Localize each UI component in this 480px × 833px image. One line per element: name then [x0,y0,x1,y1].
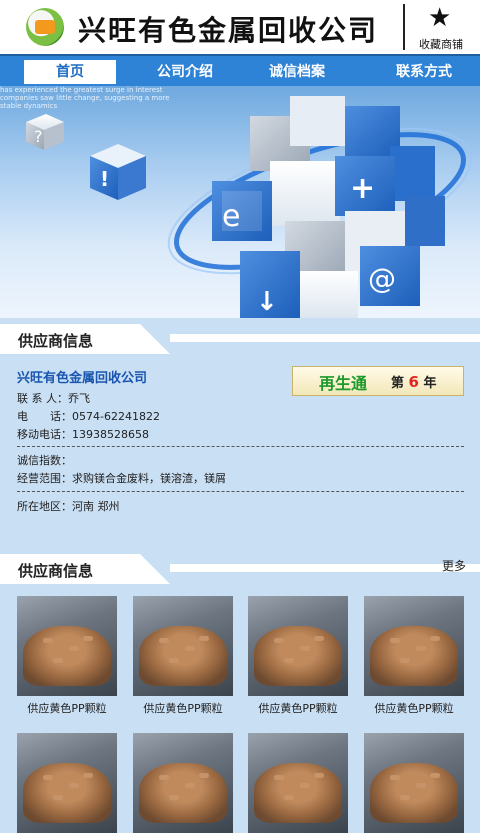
nav-item-about[interactable]: 公司介绍 [139,60,231,84]
product-image[interactable] [364,596,464,696]
mobile-row: 移动电话：13938528658 [17,428,149,441]
cube-symbol: + [350,171,375,206]
page-header: 兴旺有色金属回收公司 ★ 收藏商铺 [0,0,480,54]
cubes-illustration: ? ! + e @ ↓ [26,96,473,318]
product-caption[interactable]: 供应黄色PP颗粒 [11,700,123,716]
cube-symbol: e [222,199,240,234]
product-image[interactable] [248,733,348,833]
cube-symbol: ! [100,167,109,191]
product-image[interactable] [248,596,348,696]
exclamation-cube: ! [90,144,146,200]
more-link[interactable]: 更多 [442,557,466,574]
phone-row: 电 话：0574-62241822 [17,410,160,423]
main-nav: 首页 公司介绍 诚信档案 联系方式 [0,54,480,86]
nav-item-contact[interactable]: 联系方式 [378,60,470,84]
company-title: 兴旺有色金属回收公司 [78,14,379,47]
divider [17,446,464,447]
divider [17,491,464,492]
supplier-info-header: 供应商信息 [0,324,480,354]
region-row: 所在地区：河南 郑州 [17,500,120,513]
product-image[interactable] [17,596,117,696]
product-image[interactable] [364,733,464,833]
company-logo[interactable] [26,8,64,46]
product-caption[interactable]: 供应黄色PP颗粒 [358,700,470,716]
badge-years: 第 6 年 [391,373,437,391]
product-image[interactable] [17,733,117,833]
contact-row: 联 系 人：乔飞 [17,392,90,405]
section-title: 供应商信息 [18,562,94,580]
cube-symbol: ↓ [256,287,278,317]
product-caption[interactable]: 供应黄色PP颗粒 [127,700,239,716]
hero-banner: has experienced the greatest surge in in… [0,86,480,318]
favorite-shop-link[interactable]: 收藏商铺 [419,36,463,52]
nav-item-credit[interactable]: 诚信档案 [251,60,343,84]
product-image[interactable] [133,733,233,833]
supplier-company-name[interactable]: 兴旺有色金属回收公司 [17,367,147,386]
products-header: 供应商信息 更多 [0,554,480,584]
membership-badge: 再生通 第 6 年 [292,366,464,396]
nav-item-home[interactable]: 首页 [24,60,116,84]
star-icon[interactable]: ★ [428,3,451,33]
section-title: 供应商信息 [18,332,94,350]
cube-symbol: @ [368,262,396,295]
header-divider [403,4,405,50]
badge-brand: 再生通 [319,374,368,393]
cube-symbol: ? [34,127,43,146]
question-cube: ? [26,114,64,150]
product-caption[interactable]: 供应黄色PP颗粒 [242,700,354,716]
supplier-info-panel: 兴旺有色金属回收公司 再生通 第 6 年 联 系 人：乔飞 电 话：0574-6… [0,354,480,544]
scope-row: 经营范围：求购镁合金废料，镁溶渣，镁屑 [17,472,226,485]
product-image[interactable] [133,596,233,696]
credit-row: 诚信指数： [17,454,72,467]
